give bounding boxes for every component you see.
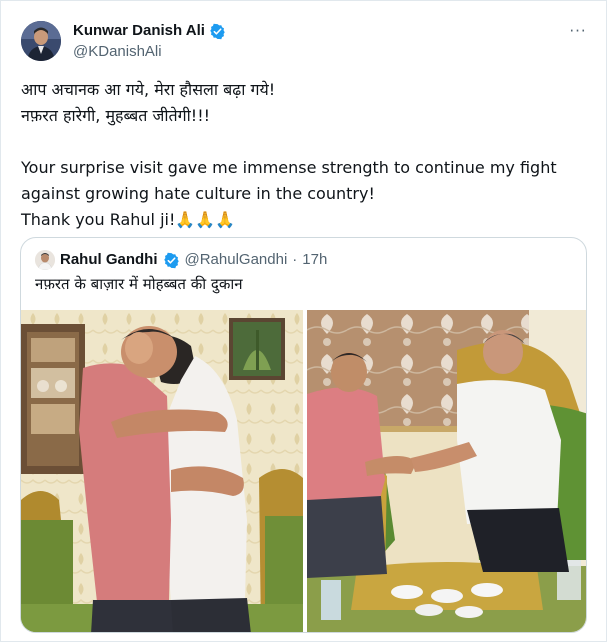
thanks-text: Thank you Rahul ji!: [21, 210, 176, 229]
quoted-text: नफ़रत के बाज़ार में मोहब्बत की दुकान: [35, 275, 243, 293]
photo-hug-image: [21, 310, 303, 632]
quoted-timestamp[interactable]: 17h: [302, 250, 327, 270]
quoted-avatar[interactable]: [35, 250, 55, 270]
tweet-line-thanks: Thank you Rahul ji!🙏🙏🙏: [21, 207, 591, 233]
author-avatar[interactable]: [21, 21, 61, 61]
quoted-header: Rahul Gandhi @RahulGandhi · 17h: [35, 250, 327, 270]
author-handle[interactable]: @KDanishAli: [73, 42, 162, 62]
tweet-text: आप अचानक आ गये, मेरा हौसला बढ़ा गये! नफ़…: [21, 77, 591, 233]
more-options-icon[interactable]: ···: [563, 21, 593, 41]
tweet-line: आप अचानक आ गये, मेरा हौसला बढ़ा गये!: [21, 80, 276, 99]
quoted-author-handle[interactable]: @RahulGandhi: [185, 250, 288, 270]
author-name[interactable]: Kunwar Danish Ali: [73, 21, 226, 41]
quoted-author-name[interactable]: Rahul Gandhi: [60, 250, 158, 270]
hug-photo[interactable]: [21, 310, 303, 632]
separator-dot: ·: [292, 251, 298, 268]
verified-badge-icon: [163, 252, 179, 268]
verified-badge-icon: [210, 23, 225, 39]
tweet-line: Your surprise visit gave me immense stre…: [21, 158, 557, 177]
quoted-tweet[interactable]: Rahul Gandhi @RahulGandhi · 17h नफ़रत के…: [20, 237, 587, 633]
tweet-line: नफ़रत हारेगी, मुहब्बत जीतेगी!!!: [21, 106, 211, 125]
folded-hands-emoji: 🙏🙏🙏: [175, 210, 236, 229]
handshake-photo[interactable]: [307, 310, 586, 632]
tweet-line: against growing hate culture in the coun…: [21, 184, 375, 203]
profile-photo-icon: [21, 21, 61, 61]
photo-handshake-image: [307, 310, 586, 632]
author-name-text[interactable]: Kunwar Danish Ali: [73, 21, 205, 41]
profile-photo-icon: [35, 250, 55, 270]
tweet-card: Kunwar Danish Ali @KDanishAli ··· आप अचा…: [0, 0, 607, 642]
